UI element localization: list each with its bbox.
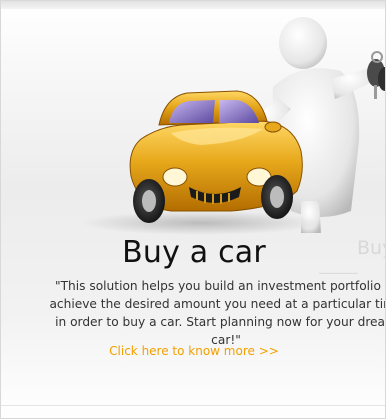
- know-more-link[interactable]: Click here to know more >>: [1, 343, 385, 359]
- bottom-divider: [1, 405, 385, 406]
- card-description: "This solution helps you build an invest…: [49, 279, 386, 347]
- card-title: Buy a car: [122, 235, 266, 270]
- car-and-person-illustration: [81, 17, 385, 235]
- buy-car-card: Buy ──────── Buy a car "This solution he…: [0, 0, 386, 419]
- car-keys-icon: [367, 51, 385, 99]
